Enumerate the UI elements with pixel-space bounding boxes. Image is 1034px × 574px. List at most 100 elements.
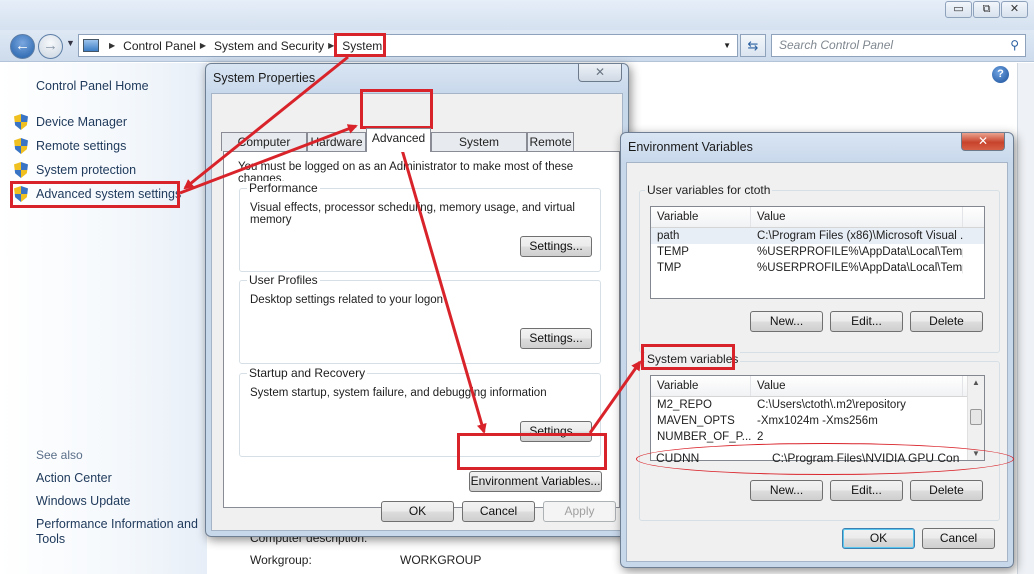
dialog-title: System Properties	[213, 71, 316, 85]
group-description: Visual effects, processor scheduling, me…	[250, 202, 575, 226]
table-row[interactable]: M2_REPO C:\Users\ctoth\.m2\repository	[651, 397, 984, 413]
recent-pages-dropdown-icon[interactable]: ▼	[66, 38, 75, 48]
user-edit-button[interactable]: Edit...	[830, 311, 903, 332]
variable-name: MAVEN_OPTS	[657, 415, 735, 427]
group-description: Desktop settings related to your logon	[250, 294, 444, 306]
ok-button[interactable]: OK	[381, 501, 454, 522]
list-scrollbar[interactable]: ▲ ▼	[967, 376, 984, 460]
breadcrumb-system-and-security[interactable]: System and Security	[214, 39, 324, 53]
table-row[interactable]: path C:\Program Files (x86)\Microsoft Vi…	[651, 228, 984, 244]
cudnn-highlight-oval	[636, 443, 1014, 475]
restore-button[interactable]: ⧉	[973, 1, 1000, 18]
highlight-advanced-tab	[360, 89, 433, 129]
user-variables-group: User variables for ctoth Variable Value …	[639, 183, 1000, 353]
user-profiles-settings-button[interactable]: Settings...	[520, 328, 592, 349]
address-bar[interactable]: ▶ Control Panel ▶ System and Security ▶ …	[78, 34, 738, 57]
env-cancel-button[interactable]: Cancel	[922, 528, 995, 549]
see-also-heading: See also	[36, 448, 83, 462]
system-protection-link[interactable]: System protection	[14, 162, 136, 178]
group-description: System startup, system failure, and debu…	[250, 387, 547, 399]
content-scrollbar[interactable]	[1017, 63, 1034, 574]
variable-value: %USERPROFILE%\AppData\Local\Temp	[757, 262, 963, 274]
group-label: Performance	[247, 181, 320, 195]
workgroup-label: Workgroup:	[250, 553, 312, 567]
apply-button[interactable]: Apply	[543, 501, 616, 522]
tab-system-protection[interactable]: System Protection	[431, 132, 527, 167]
task-label[interactable]: System protection	[36, 163, 136, 177]
column-header-value[interactable]: Value	[751, 207, 963, 227]
system-new-button[interactable]: New...	[750, 480, 823, 501]
device-manager-link[interactable]: Device Manager	[14, 114, 127, 130]
tab-advanced[interactable]: Advanced	[366, 128, 431, 152]
navigation-bar: ← → ▼ ▶ Control Panel ▶ System and Secur…	[0, 30, 1034, 62]
chevron-right-icon[interactable]: ▶	[200, 41, 206, 50]
performance-settings-button[interactable]: Settings...	[520, 236, 592, 257]
variable-name: M2_REPO	[657, 399, 712, 411]
dialog-title: Environment Variables	[628, 140, 753, 154]
table-row[interactable]: MAVEN_OPTS -Xmx1024m -Xms256m	[651, 413, 984, 429]
window-controls: ▭ ⧉ ✕	[944, 1, 1028, 18]
variable-value: -Xmx1024m -Xms256m	[757, 415, 878, 427]
close-window-button[interactable]: ✕	[1001, 1, 1028, 18]
window-titlebar: ▭ ⧉ ✕	[0, 0, 1034, 30]
variable-name: TMP	[657, 262, 682, 274]
shield-icon	[14, 162, 28, 178]
address-dropdown-icon[interactable]: ▼	[723, 41, 731, 50]
tab-remote[interactable]: Remote	[527, 132, 574, 151]
cancel-button[interactable]: Cancel	[462, 501, 535, 522]
close-icon[interactable]: ✕	[961, 133, 1005, 151]
environment-variables-button[interactable]: Environment Variables...	[469, 471, 602, 492]
back-button[interactable]: ←	[10, 34, 35, 59]
breadcrumb-control-panel[interactable]: Control Panel	[123, 39, 196, 53]
search-input[interactable]: Search Control Panel ⚲	[771, 34, 1026, 57]
shield-icon	[14, 114, 28, 130]
variable-value: C:\Program Files (x86)\Microsoft Visual …	[757, 230, 963, 242]
tab-hardware[interactable]: Hardware	[307, 132, 366, 151]
system-delete-button[interactable]: Delete	[910, 480, 983, 501]
list-header: Variable Value	[651, 207, 984, 228]
minimize-button[interactable]: ▭	[945, 1, 972, 18]
system-edit-button[interactable]: Edit...	[830, 480, 903, 501]
variable-name: path	[657, 230, 680, 242]
search-placeholder: Search Control Panel	[779, 38, 894, 52]
forward-button[interactable]: →	[38, 34, 63, 59]
highlight-advanced-settings	[10, 181, 180, 208]
control-panel-icon	[83, 39, 99, 52]
windows-update-link[interactable]: Windows Update	[36, 494, 201, 509]
system-variables-group: System variables Variable Value M2_REPO …	[639, 352, 1000, 521]
chevron-right-icon[interactable]: ▶	[109, 41, 115, 50]
column-header-variable[interactable]: Variable	[651, 376, 751, 396]
user-variables-list[interactable]: Variable Value path C:\Program Files (x8…	[650, 206, 985, 299]
variable-name: NUMBER_OF_P...	[657, 431, 751, 443]
search-icon[interactable]: ⚲	[1010, 35, 1019, 56]
column-header-variable[interactable]: Variable	[651, 207, 751, 227]
control-panel-home-link[interactable]: Control Panel Home	[36, 79, 149, 93]
left-task-pane: Control Panel Home Device Manager Remote…	[0, 63, 207, 574]
help-icon[interactable]: ?	[992, 66, 1009, 83]
group-label: User Profiles	[247, 273, 320, 287]
shield-icon	[14, 138, 28, 154]
refresh-button[interactable]: ⇆	[740, 34, 766, 57]
scroll-thumb[interactable]	[970, 409, 982, 425]
performance-information-link[interactable]: Performance Information and Tools	[36, 517, 201, 547]
table-row[interactable]: TMP %USERPROFILE%\AppData\Local\Temp	[651, 260, 984, 276]
performance-group: Performance Visual effects, processor sc…	[239, 181, 601, 272]
task-label[interactable]: Remote settings	[36, 139, 126, 153]
task-label[interactable]: Device Manager	[36, 115, 127, 129]
scroll-up-icon[interactable]: ▲	[968, 378, 984, 387]
workgroup-value: WORKGROUP	[400, 553, 482, 567]
user-delete-button[interactable]: Delete	[910, 311, 983, 332]
env-ok-button[interactable]: OK	[842, 528, 915, 549]
close-icon[interactable]: ✕	[578, 64, 622, 82]
user-variables-label: User variables for ctoth	[645, 183, 773, 197]
tab-computer-name[interactable]: Computer Name	[221, 132, 307, 167]
remote-settings-link[interactable]: Remote settings	[14, 138, 126, 154]
column-header-value[interactable]: Value	[751, 376, 963, 396]
user-new-button[interactable]: New...	[750, 311, 823, 332]
group-label: Startup and Recovery	[247, 366, 368, 380]
highlight-system-variables	[641, 344, 735, 370]
variable-value: C:\Users\ctoth\.m2\repository	[757, 399, 906, 411]
action-center-link[interactable]: Action Center	[36, 471, 201, 486]
highlight-env-button	[457, 433, 607, 470]
table-row[interactable]: TEMP %USERPROFILE%\AppData\Local\Temp	[651, 244, 984, 260]
